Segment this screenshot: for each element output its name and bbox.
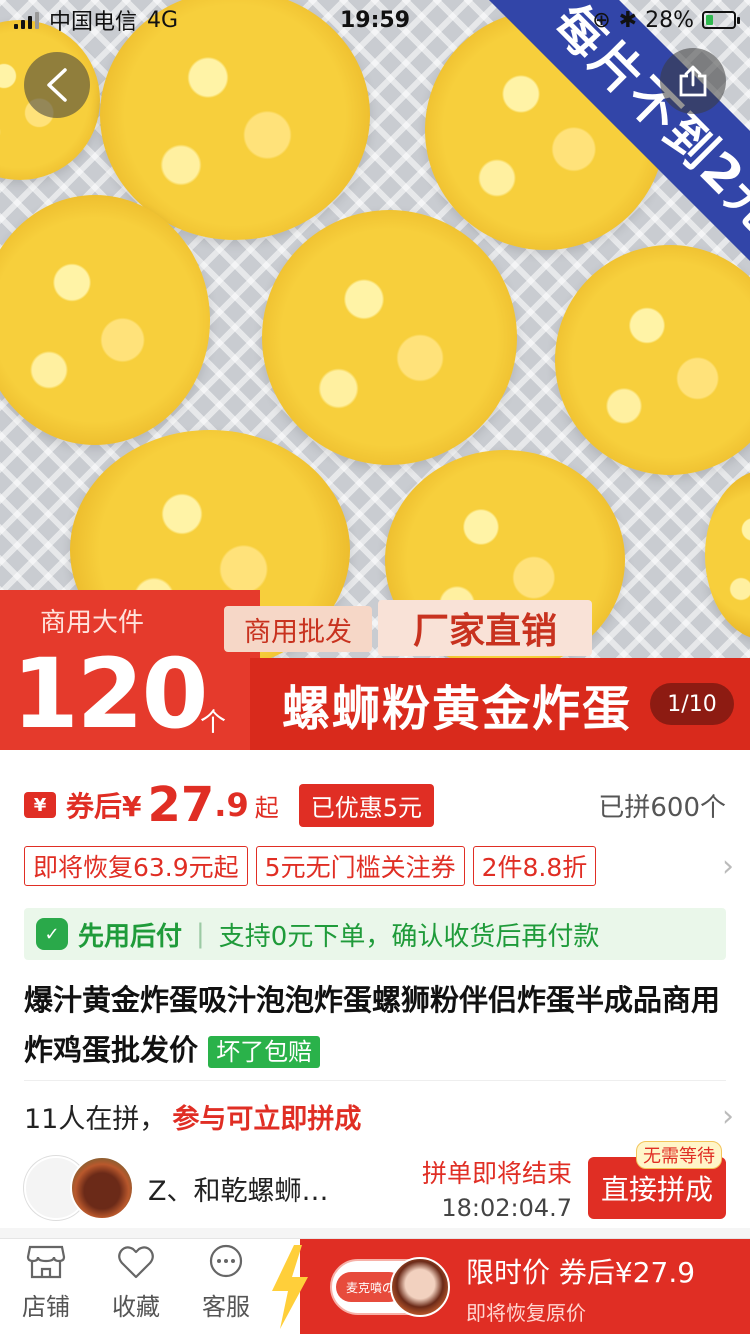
- orientation-lock-icon: ⊕: [592, 7, 611, 33]
- product-title-text: 爆汁黄金炸蛋吸汁泡泡炸蛋螺狮粉伴侣炸蛋半成品商用炸鸡蛋批发价: [24, 983, 721, 1067]
- group-buy-count: 11人在拼，: [24, 1103, 167, 1135]
- price-row: ¥ 券后¥ 27 .9 起 已优惠5元 已拼600个: [0, 770, 750, 840]
- clock: 19:59: [339, 7, 411, 33]
- pay-later-banner[interactable]: ✓ 先用后付 | 支持0元下单，确认收货后再付款: [24, 908, 726, 960]
- customer-service-button[interactable]: 客服: [186, 1243, 266, 1322]
- group-leader-name: Z、和乾螺蛳…: [148, 1175, 329, 1207]
- buy-button-text: 限时价 券后¥27.9 即将恢复原价: [466, 1251, 695, 1326]
- group-ending-label: 拼单即将结束: [421, 1159, 572, 1188]
- lightning-icon: [272, 1245, 308, 1329]
- battery-percent: 28%: [645, 7, 694, 33]
- coupon-yen-icon: ¥: [24, 792, 56, 818]
- limited-price-text: 限时价 券后¥27.9: [466, 1256, 696, 1289]
- chevron-right-icon: ›: [722, 1098, 734, 1134]
- signal-icon: [14, 11, 39, 29]
- group-avatars: [24, 1156, 134, 1220]
- group-buy-header[interactable]: 11人在拼， 参与可立即拼成 ›: [24, 1093, 734, 1139]
- promo-tag: 2件8.8折: [472, 846, 597, 886]
- avatar: [70, 1156, 134, 1220]
- service-label: 客服: [202, 1293, 250, 1321]
- discount-badge: 已优惠5元: [298, 783, 434, 827]
- price-from-label: 起: [254, 793, 279, 822]
- banner-tag-wholesale: 商用批发: [224, 606, 372, 652]
- promo-tag: 即将恢复63.9元起: [24, 846, 248, 886]
- food-crisp: [555, 245, 750, 475]
- avatar: [390, 1257, 450, 1317]
- group-buy-row: Z、和乾螺蛳… 拼单即将结束 18:02:04.7 无需等待 直接拼成: [24, 1141, 726, 1222]
- group-countdown: 拼单即将结束 18:02:04.7: [422, 1154, 572, 1222]
- product-hero-image[interactable]: 每片不到2元 商用大件 120 个 商用批发 厂家直销 螺蛳粉黄金炸蛋: [0, 0, 750, 750]
- product-title: 爆汁黄金炸蛋吸汁泡泡炸蛋螺狮粉伴侣炸蛋半成品商用炸鸡蛋批发价 坏了包赔: [24, 975, 734, 1075]
- banner-small-label: 商用大件: [40, 608, 145, 638]
- guarantee-tag: 坏了包赔: [208, 1036, 321, 1068]
- divider: [24, 1080, 726, 1081]
- price-integer: 27: [147, 777, 215, 833]
- hero-promo-banner: 商用大件 120 个 商用批发 厂家直销 螺蛳粉黄金炸蛋: [0, 590, 750, 750]
- group-buy-join-text: 参与可立即拼成: [172, 1103, 362, 1135]
- pay-later-label: 先用后付: [78, 921, 183, 952]
- countdown-timer: 18:02:04.7: [441, 1194, 572, 1222]
- no-wait-badge: 无需等待: [636, 1141, 722, 1169]
- restore-price-text: 即将恢复原价: [466, 1301, 586, 1325]
- after-coupon-label: 券后¥: [66, 790, 142, 823]
- pay-later-text: 支持0元下单，确认收货后再付款: [218, 921, 600, 952]
- bluetooth-icon: ✱: [618, 7, 638, 33]
- chevron-right-icon[interactable]: ›: [722, 849, 734, 884]
- banner-unit: 个: [200, 708, 227, 738]
- shop-button[interactable]: 店铺: [6, 1243, 86, 1322]
- share-icon: [679, 65, 707, 97]
- banner-tag-factory: 厂家直销: [378, 600, 592, 656]
- favorite-button[interactable]: 收藏: [96, 1243, 176, 1322]
- price-decimal: .9: [214, 786, 249, 824]
- favorite-label: 收藏: [112, 1293, 160, 1321]
- banner-quantity: 120: [12, 638, 208, 750]
- chevron-left-icon: [47, 68, 67, 102]
- network-type: 4G: [147, 7, 179, 33]
- image-page-indicator: 1/10: [650, 683, 734, 725]
- food-crisp: [0, 195, 210, 445]
- section-gap: [0, 1228, 750, 1238]
- heart-icon: [118, 1246, 154, 1279]
- food-crisp: [262, 210, 517, 465]
- chat-icon: [209, 1244, 243, 1278]
- battery-icon: [702, 11, 740, 29]
- carrier-name: 中国电信: [49, 10, 138, 35]
- shield-icon: ✓: [36, 918, 68, 950]
- promo-tag: 5元无门槛关注券: [255, 846, 465, 886]
- back-button[interactable]: [24, 52, 90, 118]
- shop-label: 店铺: [22, 1293, 70, 1321]
- status-bar: 中国电信 4G 19:59 ⊕ ✱ 28%: [0, 0, 750, 40]
- sold-count: 已拼600个: [598, 792, 726, 823]
- promo-tags-row[interactable]: 即将恢复63.9元起 5元无门槛关注券 2件8.8折 ›: [24, 846, 734, 886]
- share-button[interactable]: [660, 48, 726, 114]
- bottom-action-bar: 店铺 收藏 客服 麦克噴の 限时价 券后¥27.9 即将恢复原价: [0, 1238, 750, 1334]
- store-icon: [26, 1245, 66, 1279]
- divider-bar: |: [196, 919, 205, 949]
